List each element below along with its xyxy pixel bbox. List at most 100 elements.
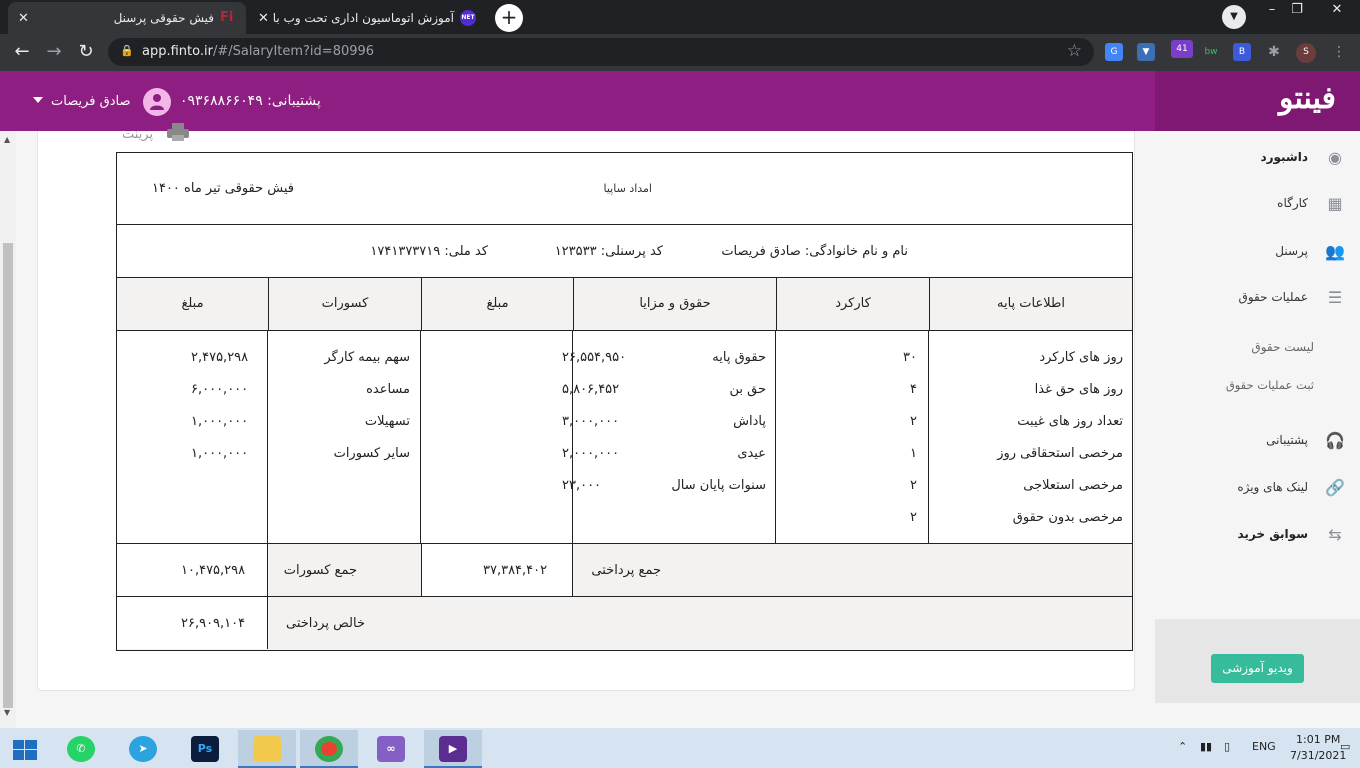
username[interactable]: صادق فریصات bbox=[51, 94, 131, 109]
tab-title: فیش حقوقی پرسنل bbox=[113, 11, 214, 25]
idm-extension-icon[interactable]: ▼ bbox=[1137, 43, 1155, 61]
sidebar-item-workshop[interactable]: ▦ کارگاه bbox=[1155, 191, 1360, 217]
extension-badge-icon[interactable]: 41 bbox=[1171, 40, 1193, 58]
visual-studio-taskbar-button[interactable]: ∞ bbox=[362, 730, 420, 768]
sidebar-item-salary-ops[interactable]: ☰ عملیات حقوق bbox=[1155, 285, 1360, 311]
chrome-taskbar-button[interactable] bbox=[300, 730, 358, 768]
reload-icon[interactable]: ↻ bbox=[74, 41, 98, 65]
company-name: امداد ساپیا bbox=[603, 182, 652, 195]
sidebar-item-label: پشتیبانی bbox=[1266, 433, 1308, 447]
scroll-up-icon[interactable]: ▲ bbox=[4, 135, 10, 144]
windows-logo-icon bbox=[13, 740, 37, 760]
sidebar-item-salary-list[interactable]: لیست حقوق bbox=[1155, 335, 1360, 361]
tab-automation-course[interactable]: NET آموزش اتوماسیون اداری تحت وب با ✕ bbox=[248, 2, 486, 34]
net-pay-row: خالص پرداختی ۲۶,۹۰۹,۱۰۴ bbox=[117, 597, 1132, 650]
table-body: روز های کارکرد ۳۰ روز های حق غذا ۴ تعداد… bbox=[117, 331, 1132, 544]
deduction-value: ۱,۰۰۰,۰۰۰ bbox=[191, 446, 249, 461]
benefit-value: ۲۳,۰۰۰ bbox=[562, 478, 602, 493]
personnel-code: کد پرسنلی: ۱۲۳۵۳۳ bbox=[554, 244, 663, 259]
table-header-row: اطلاعات پایه کارکرد حقوق و مزایا مبلغ کس… bbox=[117, 278, 1132, 331]
deduction-label: سایر کسورات bbox=[333, 446, 410, 461]
video-app-taskbar-button[interactable]: ▶ bbox=[424, 730, 482, 768]
tab-salary-slip[interactable]: Fi فیش حقوقی پرسنل ✕ bbox=[8, 2, 246, 34]
close-tab-icon[interactable]: ✕ bbox=[18, 11, 29, 26]
back-icon[interactable]: ← bbox=[10, 41, 34, 65]
benefit-value: ۵,۸۰۶,۴۵۲ bbox=[562, 382, 620, 397]
browser-toolbar: ← → ↻ 🔒 app.finto.ir/#/SalaryItem?id=809… bbox=[0, 34, 1360, 71]
system-clock[interactable]: 1:01 PM 7/31/2021 bbox=[1290, 732, 1346, 764]
network-icon[interactable]: ▮▮ bbox=[1200, 740, 1212, 753]
print-icon[interactable] bbox=[166, 123, 190, 141]
user-dropdown-caret-icon[interactable] bbox=[33, 97, 43, 103]
photoshop-taskbar-button[interactable]: Ps bbox=[176, 730, 234, 768]
sidebar-item-label: سوابق خرید bbox=[1237, 527, 1309, 541]
slip-title-row: فیش حقوقی تیر ماه ۱۴۰۰ امداد ساپیا bbox=[117, 153, 1132, 225]
employee-name: نام و نام خانوادگی: صادق فریصات bbox=[721, 244, 908, 259]
base-value: ۲ bbox=[910, 478, 917, 493]
scroll-down-icon[interactable]: ▼ bbox=[4, 708, 10, 717]
profile-avatar-icon[interactable]: S bbox=[1296, 43, 1316, 63]
new-tab-button[interactable]: + bbox=[495, 4, 523, 32]
translate-extension-icon[interactable]: G bbox=[1105, 43, 1123, 61]
url-text: app.finto.ir/#/SalaryItem?id=80996 bbox=[142, 44, 375, 59]
tab-title: آموزش اتوماسیون اداری تحت وب با bbox=[272, 11, 454, 25]
total-pay-label: جمع پرداختی bbox=[591, 563, 661, 578]
sidebar-item-special-links[interactable]: 🔗 لینک های ویژه bbox=[1155, 475, 1360, 501]
notification-icon[interactable]: ▭ bbox=[1340, 740, 1350, 753]
b-extension-icon[interactable]: B bbox=[1233, 43, 1251, 61]
salary-slip-card: پرینت فیش حقوقی تیر ماه ۱۴۰۰ امداد ساپیا… bbox=[37, 123, 1135, 691]
benefit-label: پاداش bbox=[733, 414, 766, 429]
sidebar-item-register-salary-ops[interactable]: ثبت عملیات حقوق bbox=[1155, 373, 1360, 399]
benefit-value: ۳,۰۰۰,۰۰۰ bbox=[562, 414, 620, 429]
sidebar-item-dashboard[interactable]: ◉ داشبورد bbox=[1155, 145, 1360, 171]
start-button[interactable] bbox=[0, 730, 50, 768]
telegram-taskbar-button[interactable]: ➤ bbox=[114, 730, 172, 768]
language-indicator[interactable]: ENG bbox=[1252, 740, 1276, 753]
sidebar-item-label: داشبورد bbox=[1260, 150, 1308, 164]
whatsapp-taskbar-button[interactable]: ✆ bbox=[52, 730, 110, 768]
print-link[interactable]: پرینت bbox=[122, 127, 153, 142]
slip-title: فیش حقوقی تیر ماه ۱۴۰۰ bbox=[151, 181, 294, 196]
extensions-puzzle-icon[interactable]: ✱ bbox=[1265, 43, 1283, 61]
scrollbar-thumb[interactable] bbox=[3, 243, 13, 708]
dashboard-icon: ◉ bbox=[1328, 148, 1342, 167]
base-value: ۳۰ bbox=[903, 350, 917, 365]
dotnet-favicon-icon: NET bbox=[460, 10, 476, 26]
address-bar[interactable]: 🔒 app.finto.ir/#/SalaryItem?id=80996 ☆ bbox=[108, 38, 1094, 66]
finto-logo[interactable]: فینتو bbox=[1279, 81, 1336, 116]
battery-icon[interactable]: ▯ bbox=[1224, 740, 1230, 753]
close-tab-icon[interactable]: ✕ bbox=[258, 11, 269, 26]
sidebar-item-support[interactable]: 🎧 پشتیبانی bbox=[1155, 428, 1360, 454]
video-tutorial-button[interactable]: ویدیو آموزشی bbox=[1211, 654, 1304, 683]
video-app-icon: ▶ bbox=[439, 736, 467, 762]
close-window-icon[interactable]: ✕ bbox=[1314, 0, 1360, 34]
users-icon: 👥 bbox=[1325, 242, 1345, 261]
tray-overflow-icon[interactable]: ⌃ bbox=[1178, 740, 1187, 753]
user-avatar-icon[interactable] bbox=[143, 88, 171, 116]
sidebar-item-personnel[interactable]: 👥 پرسنل bbox=[1155, 239, 1360, 265]
base-label: مرخصی استعلاجی bbox=[1023, 478, 1123, 493]
sidebar-item-label: ثبت عملیات حقوق bbox=[1225, 378, 1314, 392]
media-control-icon[interactable]: ▼ bbox=[1222, 5, 1246, 29]
whatsapp-icon: ✆ bbox=[67, 736, 95, 762]
base-label: تعداد روز های غیبت bbox=[1017, 414, 1123, 429]
sidebar-item-purchase-history[interactable]: ⇆ سوابق خرید bbox=[1155, 522, 1360, 548]
bw-extension-icon[interactable]: bw bbox=[1202, 43, 1220, 61]
benefit-label: سنوات پایان سال bbox=[671, 478, 766, 493]
benefit-value: ۲,۰۰۰,۰۰۰ bbox=[562, 446, 620, 461]
menu-kebab-icon[interactable]: ⋮ bbox=[1330, 43, 1348, 61]
base-label: مرخصی استحقاقی روز bbox=[997, 446, 1123, 461]
sidebar-item-label: عملیات حقوق bbox=[1238, 290, 1308, 304]
file-explorer-taskbar-button[interactable] bbox=[238, 730, 296, 768]
bookmark-star-icon[interactable]: ☆ bbox=[1067, 41, 1082, 61]
total-deductions-value: ۱۰,۴۷۵,۲۹۸ bbox=[181, 563, 246, 578]
link-icon: 🔗 bbox=[1325, 478, 1345, 497]
sidebar: ◉ داشبورد ▦ کارگاه 👥 پرسنل ☰ عملیات حقوق… bbox=[1155, 131, 1360, 728]
forward-icon[interactable]: → bbox=[42, 41, 66, 65]
clock-time: 1:01 PM bbox=[1296, 733, 1341, 746]
total-pay-value: ۳۷,۳۸۴,۴۰۲ bbox=[483, 563, 548, 578]
benefit-label: عیدی bbox=[737, 446, 766, 461]
benefit-value: ۲۶,۵۵۴,۹۵۰ bbox=[562, 350, 627, 365]
deduction-label: سهم بیمه کارگر bbox=[324, 350, 410, 365]
page-scrollbar[interactable]: ▲ ▼ bbox=[0, 131, 16, 728]
